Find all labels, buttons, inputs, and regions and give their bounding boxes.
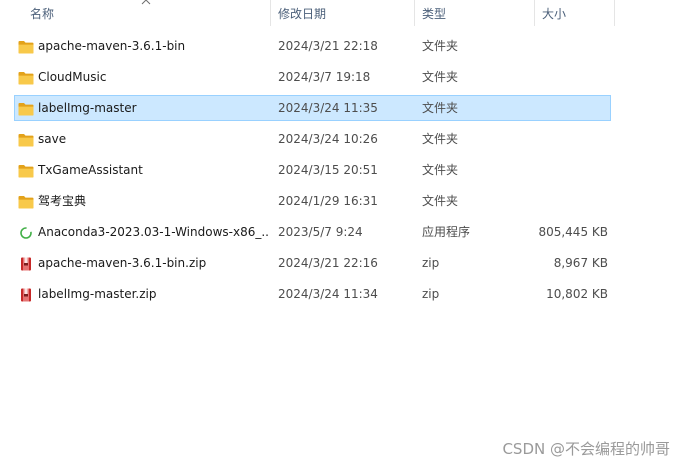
column-header-size[interactable]: 大小 [536,0,614,28]
file-modified-date: 2023/5/7 9:24 [278,225,363,239]
file-name: CloudMusic [38,70,107,84]
folder-icon [18,101,34,116]
column-header-bar: 名称 修改日期 类型 大小 [0,0,686,28]
file-name: TxGameAssistant [38,163,143,177]
file-modified-date: 2024/1/29 16:31 [278,194,378,208]
folder-icon [18,132,34,147]
file-row[interactable]: labelImg-master.zip 2024/3/24 11:34 zip 10,… [14,281,611,307]
folder-icon [18,70,34,85]
folder-icon [18,194,34,209]
column-divider[interactable] [414,0,415,26]
column-header-type[interactable]: 类型 [416,0,534,28]
file-size [505,96,608,120]
file-modified-date: 2024/3/24 11:35 [278,101,378,115]
file-row[interactable]: apache-maven-3.6.1-bin 2024/3/21 22:18 文件夹 [14,33,611,59]
file-name: 驾考宝典 [38,194,87,208]
file-row[interactable]: Anaconda3-2023.03-1-Windows-x86_... 2023/… [14,219,611,245]
file-row[interactable]: apache-maven-3.6.1-bin.zip 2024/3/21 22:1… [14,250,611,276]
file-modified-date: 2024/3/7 19:18 [278,70,371,84]
file-size [505,65,608,89]
column-divider[interactable] [614,0,615,26]
file-name: apache-maven-3.6.1-bin.zip [38,256,207,270]
zip-archive-icon [18,256,34,271]
watermark: CSDN @不会编程的帅哥 [502,440,670,458]
file-name: apache-maven-3.6.1-bin [38,39,186,53]
file-modified-date: 2024/3/15 20:51 [278,163,378,177]
file-name: labelImg-master [38,101,137,115]
file-row[interactable]: 驾考宝典 2024/1/29 16:31 文件夹 [14,188,611,214]
zip-archive-icon [18,287,34,302]
file-size [505,127,608,151]
file-size: 805,445 KB [538,225,608,239]
installer-icon [18,225,34,239]
file-modified-date: 2024/3/21 22:16 [278,256,378,270]
file-size [505,34,608,58]
folder-icon [18,163,34,178]
column-divider[interactable] [534,0,535,26]
folder-icon [18,39,34,54]
file-row[interactable]: labelImg-master 2024/3/24 11:35 文件夹 [14,95,611,121]
file-name: Anaconda3-2023.03-1-Windows-x86_... [38,225,268,239]
file-row[interactable]: save 2024/3/24 10:26 文件夹 [14,126,611,152]
file-name: labelImg-master.zip [38,287,157,301]
file-size [505,189,608,213]
file-name: save [38,132,67,146]
file-row[interactable]: CloudMusic 2024/3/7 19:18 文件夹 [14,64,611,90]
file-size: 8,967 KB [553,256,608,270]
file-size [505,158,608,182]
file-modified-date: 2024/3/24 10:26 [278,132,378,146]
file-row[interactable]: TxGameAssistant 2024/3/15 20:51 文件夹 [14,157,611,183]
file-modified-date: 2024/3/24 11:34 [278,287,378,301]
file-modified-date: 2024/3/21 22:18 [278,39,378,53]
file-size: 10,802 KB [546,287,608,301]
sort-ascending-icon [141,0,151,5]
column-header-date[interactable]: 修改日期 [272,0,414,28]
column-divider[interactable] [270,0,271,26]
